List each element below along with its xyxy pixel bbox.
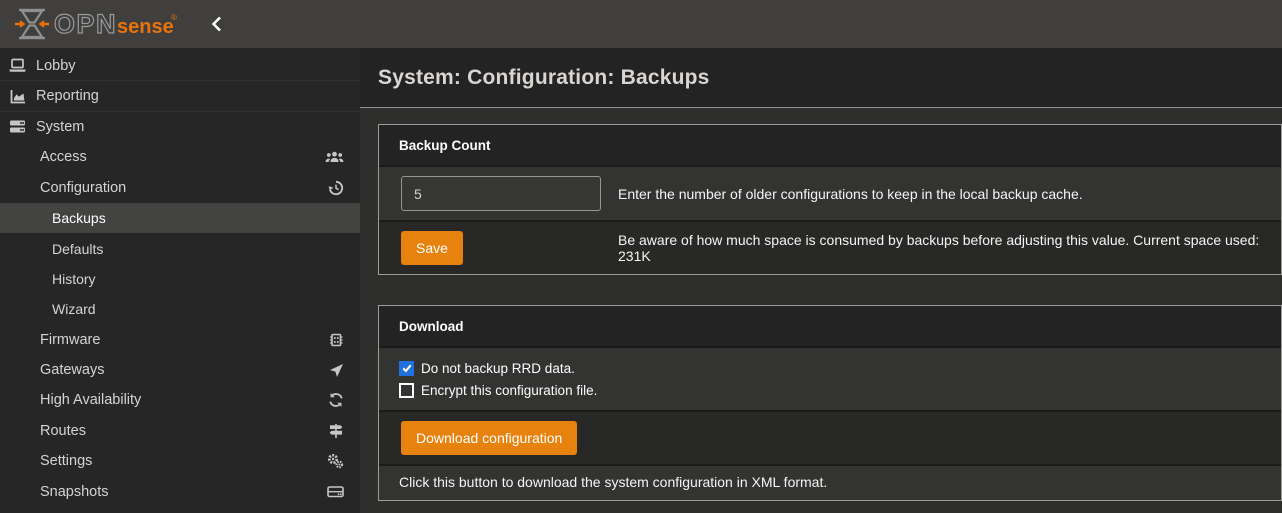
sidebar-item-gateways[interactable]: Gateways [0,355,360,385]
checkmark-icon [401,362,413,374]
download-options-row: Do not backup RRD data. Encrypt this con… [379,346,1281,410]
sidebar-collapse-button[interactable] [210,15,223,33]
download-configuration-button[interactable]: Download configuration [401,421,577,455]
sidebar-item-lobby[interactable]: Lobby [0,51,360,81]
no-rrd-checkbox-label[interactable]: Do not backup RRD data. [421,361,575,376]
sidebar-item-label: Snapshots [40,484,109,500]
server-icon [8,119,27,134]
sidebar-item-label: High Availability [40,392,141,408]
download-panel: Download Do not backup RRD data. Encrypt… [378,305,1282,501]
sidebar-item-high-availability[interactable]: High Availability [0,385,360,415]
sidebar-item-snapshots[interactable]: Snapshots [0,476,360,506]
top-bar: OPN sense ® [0,0,1282,48]
no-rrd-checkbox[interactable] [399,361,414,376]
main-area: System: Configuration: Backups Backup Co… [360,48,1282,513]
sidebar-item-label: Firmware [40,332,100,348]
opnsense-logo[interactable]: OPN sense ® [14,6,184,42]
no-rrd-checkbox-line: Do not backup RRD data. [399,361,575,376]
sidebar-item-label: Settings [40,453,92,469]
sidebar-item-label: Configuration [40,180,126,196]
backup-count-input[interactable] [401,176,601,211]
history-icon [328,180,344,196]
sidebar-item-label: Backups [52,210,106,226]
save-button[interactable]: Save [401,231,463,265]
logo-arrow-right [15,20,26,28]
sidebar-item-label: System [36,119,84,135]
svg-text:sense: sense [117,16,174,38]
sidebar-item-configuration[interactable]: Configuration [0,173,360,203]
logo-arrow-left [39,20,50,28]
sidebar-item-reporting[interactable]: Reporting [0,81,360,111]
sidebar-item-label: Routes [40,423,86,439]
map-signs-icon [328,423,344,439]
sidebar-item-system[interactable]: System [0,112,360,142]
download-description: Click this button to download the system… [399,474,827,490]
backup-count-panel: Backup Count Enter the number of older c… [378,124,1282,275]
download-panel-header: Download [379,306,1281,346]
backup-count-input-description: Enter the number of older configurations… [618,186,1281,202]
backup-count-panel-header: Backup Count [379,125,1281,165]
sidebar-item-label: Wizard [52,301,96,317]
location-arrow-icon [329,363,344,378]
encrypt-checkbox[interactable] [399,383,414,398]
sidebar-item-label: Gateways [40,362,104,378]
sidebar-item-routes[interactable]: Routes [0,416,360,446]
download-description-row: Click this button to download the system… [379,464,1281,500]
encrypt-checkbox-label[interactable]: Encrypt this configuration file. [421,383,597,398]
chevron-left-icon [210,15,223,33]
svg-text:®: ® [171,13,177,22]
sidebar-item-access[interactable]: Access [0,142,360,172]
sidebar-item-backups[interactable]: Backups [0,203,360,233]
svg-text:OPN: OPN [54,9,117,39]
area-chart-icon [8,89,27,104]
sidebar-item-history[interactable]: History [0,264,360,294]
sidebar-item-label: Lobby [36,58,76,74]
users-icon [325,150,344,164]
backup-count-input-row: Enter the number of older configurations… [379,165,1281,220]
sidebar-item-label: Access [40,149,87,165]
page-title: System: Configuration: Backups [378,66,710,90]
laptop-icon [8,58,27,73]
sidebar: Lobby Reporting System Access Configurat… [0,48,360,513]
backup-count-save-description: Be aware of how much space is consumed b… [618,232,1281,264]
sidebar-item-settings[interactable]: Settings [0,446,360,476]
opnsense-logo-graphic: OPN sense ® [14,6,184,42]
encrypt-checkbox-line: Encrypt this configuration file. [399,383,597,398]
microchip-icon [328,332,344,348]
hdd-icon [327,484,344,499]
sidebar-item-wizard[interactable]: Wizard [0,294,360,324]
refresh-icon [328,392,344,408]
sidebar-item-firmware[interactable]: Firmware [0,325,360,355]
content: Backup Count Enter the number of older c… [360,108,1282,513]
page-header: System: Configuration: Backups [360,48,1282,108]
cogs-icon [327,453,344,469]
sidebar-item-label: Defaults [52,241,103,257]
download-button-row: Download configuration [379,410,1281,464]
sidebar-item-label: Reporting [36,88,99,104]
sidebar-item-defaults[interactable]: Defaults [0,233,360,263]
sidebar-item-label: History [52,271,96,287]
backup-count-save-row: Save Be aware of how much space is consu… [379,220,1281,274]
